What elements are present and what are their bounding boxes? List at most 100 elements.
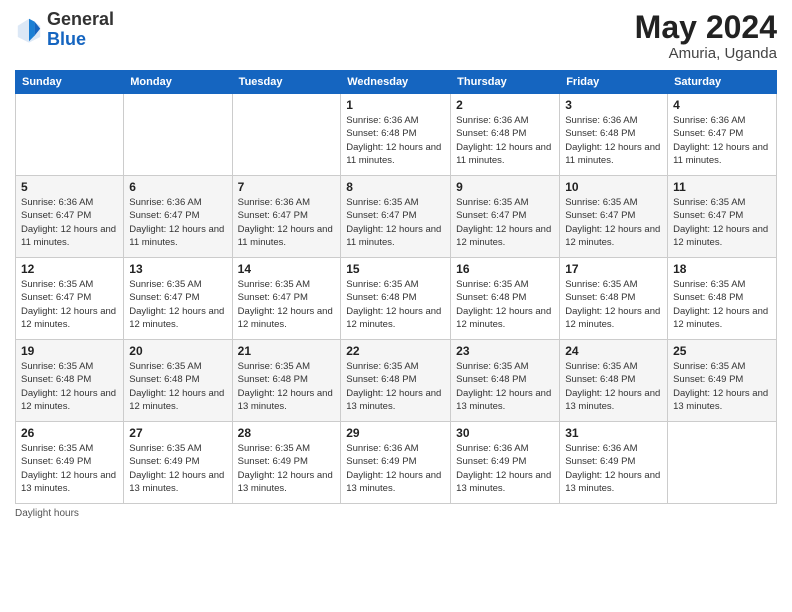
- day-number: 21: [238, 344, 336, 358]
- daylight-label: Daylight hours: [15, 508, 79, 519]
- day-info: Sunrise: 6:35 AM Sunset: 6:47 PM Dayligh…: [456, 196, 554, 249]
- day-number: 6: [129, 180, 226, 194]
- day-number: 30: [456, 426, 554, 440]
- day-info: Sunrise: 6:35 AM Sunset: 6:48 PM Dayligh…: [456, 360, 554, 413]
- day-number: 13: [129, 262, 226, 276]
- day-info: Sunrise: 6:36 AM Sunset: 6:49 PM Dayligh…: [456, 442, 554, 495]
- day-number: 22: [346, 344, 445, 358]
- calendar-cell: 25 Sunrise: 6:35 AM Sunset: 6:49 PM Dayli…: [668, 340, 777, 422]
- day-info: Sunrise: 6:36 AM Sunset: 6:48 PM Dayligh…: [456, 114, 554, 167]
- logo-blue-text: Blue: [47, 29, 86, 49]
- day-info: Sunrise: 6:36 AM Sunset: 6:49 PM Dayligh…: [346, 442, 445, 495]
- calendar-week-row: 1 Sunrise: 6:36 AM Sunset: 6:48 PM Daylig…: [16, 94, 777, 176]
- day-number: 28: [238, 426, 336, 440]
- day-info: Sunrise: 6:36 AM Sunset: 6:49 PM Dayligh…: [565, 442, 662, 495]
- day-info: Sunrise: 6:35 AM Sunset: 6:47 PM Dayligh…: [238, 278, 336, 331]
- calendar-cell: [232, 94, 341, 176]
- calendar-cell: 12Sunrise: 6:35 AM Sunset: 6:47 PM Dayli…: [16, 258, 124, 340]
- calendar-cell: 26Sunrise: 6:35 AM Sunset: 6:49 PM Dayli…: [16, 422, 124, 504]
- day-info: Sunrise: 6:36 AM Sunset: 6:47 PM Dayligh…: [21, 196, 118, 249]
- day-info: Sunrise: 6:35 AM Sunset: 6:49 PM Dayligh…: [129, 442, 226, 495]
- calendar-cell: 8 Sunrise: 6:35 AM Sunset: 6:47 PM Daylig…: [341, 176, 451, 258]
- calendar-header-row: SundayMondayTuesdayWednesdayThursdayFrid…: [16, 71, 777, 94]
- day-number: 11: [673, 180, 771, 194]
- calendar-cell: 22Sunrise: 6:35 AM Sunset: 6:48 PM Dayli…: [341, 340, 451, 422]
- day-number: 29: [346, 426, 445, 440]
- logo-icon: [15, 16, 43, 44]
- col-header-monday: Monday: [124, 71, 232, 94]
- day-info: Sunrise: 6:35 AM Sunset: 6:49 PM Dayligh…: [673, 360, 771, 413]
- day-number: 20: [129, 344, 226, 358]
- day-info: Sunrise: 6:36 AM Sunset: 6:47 PM Dayligh…: [129, 196, 226, 249]
- col-header-thursday: Thursday: [451, 71, 560, 94]
- calendar-cell: 11 Sunrise: 6:35 AM Sunset: 6:47 PM Dayli…: [668, 176, 777, 258]
- day-info: Sunrise: 6:35 AM Sunset: 6:47 PM Dayligh…: [673, 196, 771, 249]
- calendar-cell: 13 Sunrise: 6:35 AM Sunset: 6:47 PM Dayli…: [124, 258, 232, 340]
- day-info: Sunrise: 6:35 AM Sunset: 6:48 PM Dayligh…: [21, 360, 118, 413]
- day-number: 24: [565, 344, 662, 358]
- day-number: 31: [565, 426, 662, 440]
- day-info: Sunrise: 6:35 AM Sunset: 6:47 PM Dayligh…: [129, 278, 226, 331]
- col-header-saturday: Saturday: [668, 71, 777, 94]
- day-number: 8: [346, 180, 445, 194]
- day-number: 18: [673, 262, 771, 276]
- calendar-cell: 17Sunrise: 6:35 AM Sunset: 6:48 PM Dayli…: [560, 258, 668, 340]
- day-info: Sunrise: 6:35 AM Sunset: 6:48 PM Dayligh…: [456, 278, 554, 331]
- calendar-cell: 29 Sunrise: 6:36 AM Sunset: 6:49 PM Dayli…: [341, 422, 451, 504]
- day-number: 9: [456, 180, 554, 194]
- location: Amuria, Uganda: [635, 45, 777, 62]
- footer: Daylight hours: [15, 508, 777, 519]
- calendar-week-row: 12 Sunrise: 6:35 AM Sunset: 6:47 PM Dayli…: [16, 258, 777, 340]
- day-info: Sunrise: 6:36 AM Sunset: 6:47 PM Dayligh…: [238, 196, 336, 249]
- day-number: 16: [456, 262, 554, 276]
- day-number: 1: [346, 98, 445, 112]
- day-info: Sunrise: 6:36 AM Sunset: 6:48 PM Dayligh…: [346, 114, 445, 167]
- col-header-sunday: Sunday: [16, 71, 124, 94]
- day-number: 5: [21, 180, 118, 194]
- calendar-cell: 15 Sunrise: 6:35 AM Sunset: 6:48 PM Dayli…: [341, 258, 451, 340]
- day-number: 10: [565, 180, 662, 194]
- day-number: 15: [346, 262, 445, 276]
- calendar-cell: 23 Sunrise: 6:35 AM Sunset: 6:48 PM Dayli…: [451, 340, 560, 422]
- day-number: 7: [238, 180, 336, 194]
- day-info: Sunrise: 6:35 AM Sunset: 6:48 PM Dayligh…: [238, 360, 336, 413]
- title-block: May 2024 Amuria, Uganda: [635, 10, 777, 62]
- calendar-week-row: 5 Sunrise: 6:36 AM Sunset: 6:47 PM Daylig…: [16, 176, 777, 258]
- calendar-cell: 21 Sunrise: 6:35 AM Sunset: 6:48 PM Dayli…: [232, 340, 341, 422]
- day-info: Sunrise: 6:36 AM Sunset: 6:48 PM Dayligh…: [565, 114, 662, 167]
- calendar-cell: 14 Sunrise: 6:35 AM Sunset: 6:47 PM Dayli…: [232, 258, 341, 340]
- day-number: 12: [21, 262, 118, 276]
- calendar-cell: 5 Sunrise: 6:36 AM Sunset: 6:47 PM Daylig…: [16, 176, 124, 258]
- day-info: Sunrise: 6:35 AM Sunset: 6:49 PM Dayligh…: [21, 442, 118, 495]
- day-info: Sunrise: 6:36 AM Sunset: 6:47 PM Dayligh…: [673, 114, 771, 167]
- day-info: Sunrise: 6:35 AM Sunset: 6:49 PM Dayligh…: [238, 442, 336, 495]
- calendar-cell: 16 Sunrise: 6:35 AM Sunset: 6:48 PM Dayli…: [451, 258, 560, 340]
- calendar-cell: 1 Sunrise: 6:36 AM Sunset: 6:48 PM Daylig…: [341, 94, 451, 176]
- col-header-tuesday: Tuesday: [232, 71, 341, 94]
- calendar-cell: [16, 94, 124, 176]
- col-header-wednesday: Wednesday: [341, 71, 451, 94]
- logo-general-text: General: [47, 9, 114, 29]
- day-number: 14: [238, 262, 336, 276]
- calendar-cell: 7 Sunrise: 6:36 AM Sunset: 6:47 PM Daylig…: [232, 176, 341, 258]
- calendar-cell: [124, 94, 232, 176]
- day-info: Sunrise: 6:35 AM Sunset: 6:48 PM Dayligh…: [346, 278, 445, 331]
- day-info: Sunrise: 6:35 AM Sunset: 6:47 PM Dayligh…: [346, 196, 445, 249]
- calendar-cell: 2Sunrise: 6:36 AM Sunset: 6:48 PM Daylig…: [451, 94, 560, 176]
- calendar-cell: [668, 422, 777, 504]
- day-info: Sunrise: 6:35 AM Sunset: 6:47 PM Dayligh…: [565, 196, 662, 249]
- day-number: 3: [565, 98, 662, 112]
- day-number: 25: [673, 344, 771, 358]
- logo: General Blue: [15, 10, 114, 50]
- day-info: Sunrise: 6:35 AM Sunset: 6:48 PM Dayligh…: [129, 360, 226, 413]
- day-number: 23: [456, 344, 554, 358]
- day-info: Sunrise: 6:35 AM Sunset: 6:48 PM Dayligh…: [565, 360, 662, 413]
- calendar-cell: 28 Sunrise: 6:35 AM Sunset: 6:49 PM Dayli…: [232, 422, 341, 504]
- col-header-friday: Friday: [560, 71, 668, 94]
- header: General Blue May 2024 Amuria, Uganda: [15, 10, 777, 62]
- day-info: Sunrise: 6:35 AM Sunset: 6:48 PM Dayligh…: [673, 278, 771, 331]
- page: General Blue May 2024 Amuria, Uganda Sun…: [0, 0, 792, 612]
- day-number: 17: [565, 262, 662, 276]
- calendar-week-row: 19Sunrise: 6:35 AM Sunset: 6:48 PM Dayli…: [16, 340, 777, 422]
- day-number: 27: [129, 426, 226, 440]
